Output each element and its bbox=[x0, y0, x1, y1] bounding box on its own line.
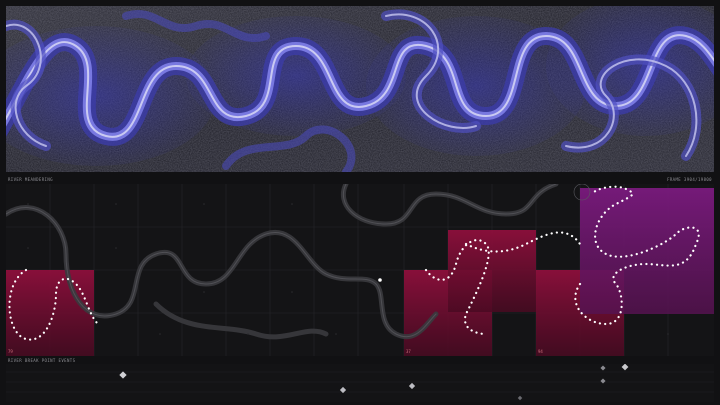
tile-label-79: 79 bbox=[8, 349, 13, 354]
meander-grid-panel: 79 37 94 bbox=[3, 181, 714, 356]
events-timeline-svg bbox=[6, 363, 714, 402]
grid-tile-79[interactable] bbox=[6, 270, 94, 356]
timeline-title: RIVER BREAK POINT EVENTS bbox=[8, 358, 76, 363]
grid-tile-upper[interactable] bbox=[448, 230, 536, 312]
dot-marker-icon[interactable] bbox=[378, 278, 382, 282]
meander-grid-svg bbox=[3, 181, 714, 356]
frame-counter: FRAME 3904/19800 bbox=[667, 177, 712, 182]
tile-label-37: 37 bbox=[406, 349, 411, 354]
tile-label-94: 94 bbox=[538, 349, 543, 354]
events-timeline bbox=[6, 363, 714, 402]
section-title-left: RIVER MEANDERING bbox=[8, 177, 53, 182]
river-satellite-svg bbox=[6, 6, 714, 172]
river-satellite-image bbox=[6, 6, 714, 172]
river-meander-dashboard: RIVER MEANDERING FRAME 3904/19800 79 37 … bbox=[0, 0, 720, 405]
